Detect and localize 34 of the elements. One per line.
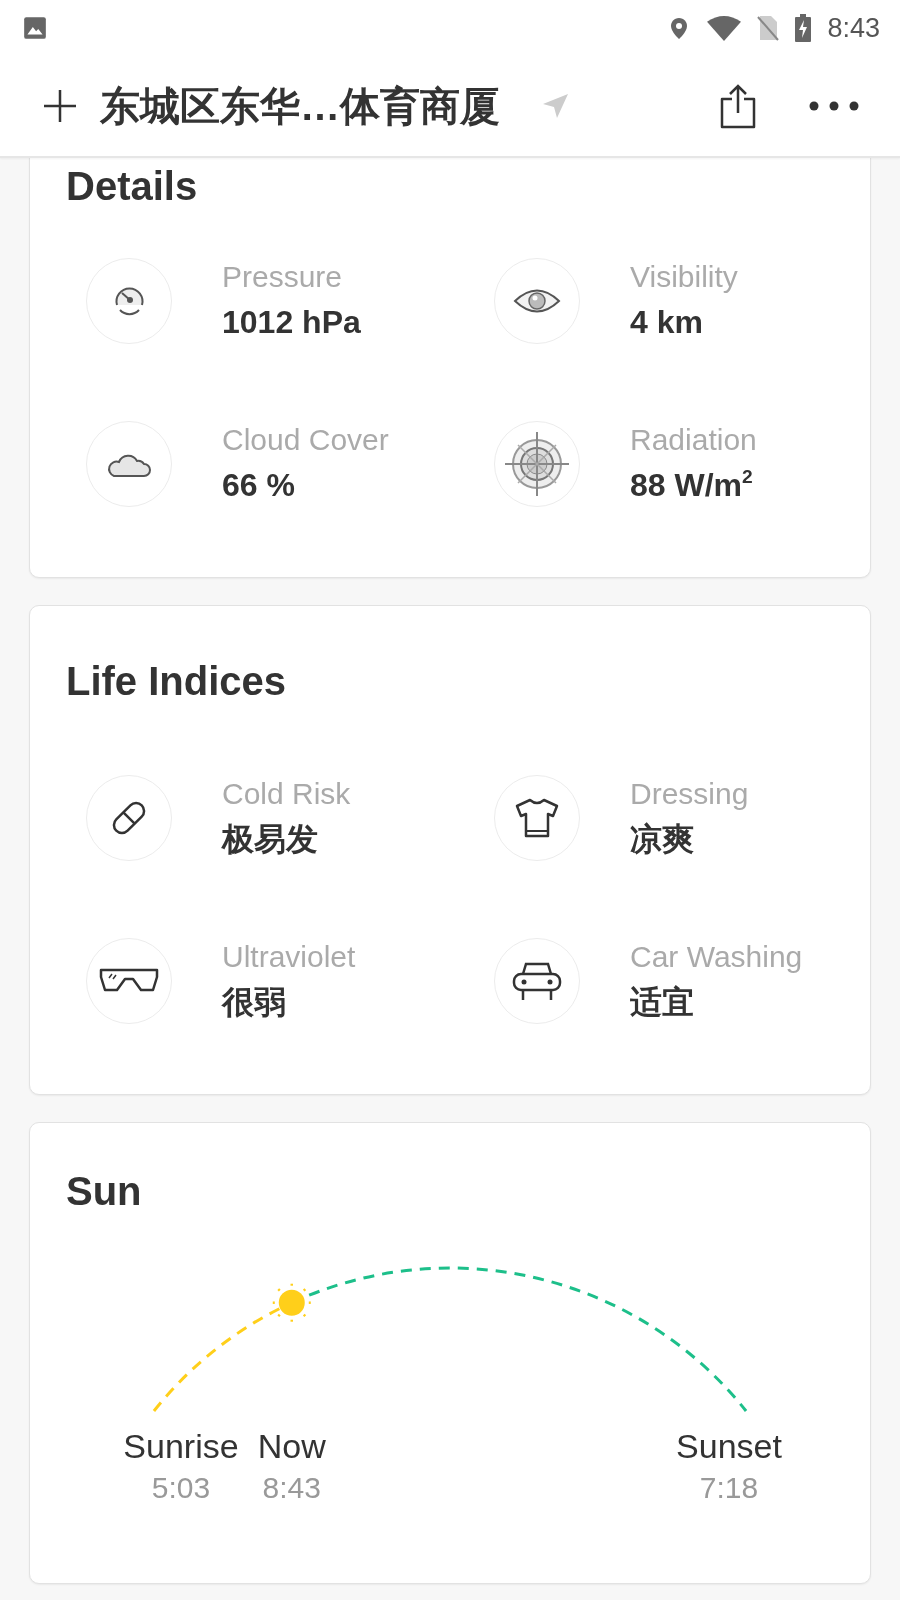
index-value: 适宜 xyxy=(630,983,695,1022)
battery-charging-icon xyxy=(795,14,812,42)
section-title: Life Indices xyxy=(66,658,288,705)
section-title: Details xyxy=(66,163,199,210)
wifi-icon xyxy=(707,15,742,41)
index-value: 凉爽 xyxy=(630,820,695,859)
index-label: Car Washing xyxy=(630,940,803,974)
index-label: Ultraviolet xyxy=(222,940,356,974)
clock-time: 8:43 xyxy=(827,12,880,44)
index-value: 极易发 xyxy=(222,820,319,859)
detail-value: 1012 hPa xyxy=(222,303,361,342)
detail-label: Visibility xyxy=(630,260,738,294)
more-icon[interactable] xyxy=(808,100,860,112)
detail-value: 4 km xyxy=(630,303,704,342)
share-icon[interactable] xyxy=(718,83,758,129)
sunset-time: 7:18 xyxy=(699,1470,759,1506)
index-label: Cold Risk xyxy=(222,777,351,811)
now-label: Now xyxy=(257,1426,326,1466)
now-time: 8:43 xyxy=(262,1470,321,1506)
sunrise-label: Sunrise xyxy=(123,1426,239,1466)
add-icon[interactable] xyxy=(42,88,78,124)
detail-label: Pressure xyxy=(222,260,344,294)
location-title[interactable]: 东城区东华…体育商厦 xyxy=(100,78,500,134)
section-title: Sun xyxy=(65,1168,143,1215)
detail-label: Cloud Cover xyxy=(222,423,389,457)
sunset-label: Sunset xyxy=(676,1426,782,1466)
sunrise-time: 5:03 xyxy=(151,1470,211,1506)
no-sim-icon xyxy=(757,15,780,41)
index-value: 很弱 xyxy=(222,983,287,1022)
index-label: Dressing xyxy=(630,777,749,811)
image-icon xyxy=(22,15,48,41)
detail-value: 88 W/m$^{2}$ xyxy=(630,465,754,505)
detail-label: Radiation xyxy=(630,423,757,457)
detail-value: 66 % xyxy=(222,466,296,505)
